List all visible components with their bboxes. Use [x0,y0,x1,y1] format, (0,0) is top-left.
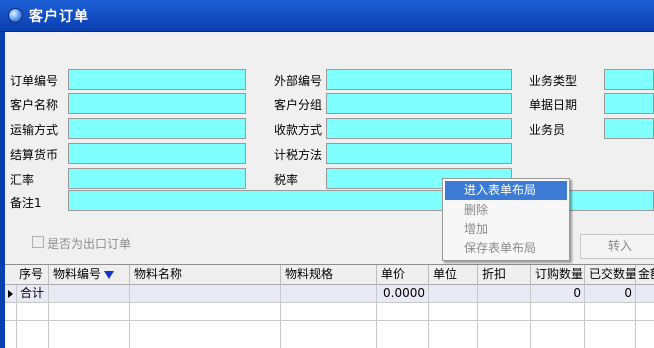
cell-delivered-qty[interactable]: 0 [585,285,636,303]
label-remark: 备注1 [10,196,42,210]
customer-name-field[interactable] [68,93,246,114]
payment-method-field[interactable] [326,118,512,139]
title-bar: 客户订单 [0,0,654,32]
cell-amount[interactable] [636,285,654,303]
shipping-method-field[interactable] [68,118,246,139]
empty-row[interactable] [5,303,654,321]
col-header-item-code-text: 物料编号 [53,267,102,281]
table-row[interactable]: 合计 0.0000 0 0 [5,285,654,303]
label-currency: 结算货币 [10,148,59,162]
col-header-discount[interactable]: 折扣 [478,265,531,285]
col-header-seq[interactable]: 序号 [5,265,49,285]
col-header-item-code[interactable]: 物料编号 [49,265,130,285]
label-customer-name: 客户名称 [10,98,59,112]
transfer-in-button[interactable]: 转入 [580,234,654,259]
col-header-delivered-qty[interactable]: 已交数量 [585,265,636,285]
cell-discount[interactable] [478,285,531,303]
col-header-order-qty[interactable]: 订购数量 [531,265,585,285]
sort-desc-icon [104,271,115,279]
checkbox-box[interactable] [32,236,44,248]
menu-item-add[interactable]: 增加 [445,220,567,239]
cell-item-name[interactable] [130,285,281,303]
col-header-unit[interactable]: 单位 [429,265,478,285]
col-header-item-spec[interactable]: 物料规格 [281,265,377,285]
label-shipping-method: 运输方式 [10,123,59,137]
menu-item-enter-form-layout[interactable]: 进入表单布局 [445,181,567,200]
label-payment-method: 收款方式 [274,123,323,137]
export-order-label: 是否为出口订单 [47,237,132,251]
empty-row[interactable] [5,321,654,348]
label-external-no: 外部编号 [274,74,323,88]
label-tax-method: 计税方法 [274,148,323,162]
grid-header: 序号 物料编号 物料名称 物料规格 单价 单位 折扣 订购数量 已交数量 金额 [5,265,654,285]
tax-method-field[interactable] [326,143,512,164]
context-menu: 进入表单布局 删除 增加 保存表单布局 [442,178,570,261]
menu-item-delete[interactable]: 删除 [445,201,567,220]
order-no-field[interactable] [68,69,246,90]
label-order-no: 订单编号 [10,74,59,88]
col-header-unit-price[interactable]: 单价 [377,265,429,285]
cell-item-spec[interactable] [281,285,377,303]
label-salesperson: 业务员 [529,123,566,137]
menu-item-save-form-layout[interactable]: 保存表单布局 [445,239,567,258]
business-type-field[interactable] [604,69,654,90]
salesperson-field[interactable] [604,118,654,139]
cell-unit[interactable] [429,285,478,303]
cell-order-qty[interactable]: 0 [531,285,585,303]
order-lines-grid: 序号 物料编号 物料名称 物料规格 单价 单位 折扣 订购数量 已交数量 金额 … [5,264,654,348]
exchange-rate-field[interactable] [68,168,246,189]
window-title: 客户订单 [29,9,89,25]
col-header-amount[interactable]: 金额 [636,265,654,285]
label-business-type: 业务类型 [529,74,578,88]
external-no-field[interactable] [326,69,512,90]
label-tax-rate: 税率 [274,173,299,187]
customer-group-field[interactable] [326,93,512,114]
row-pointer-icon [5,285,17,303]
currency-field[interactable] [68,143,246,164]
label-document-date: 单据日期 [529,98,578,112]
label-exchange-rate: 汇率 [10,173,35,187]
cell-unit-price[interactable]: 0.0000 [377,285,429,303]
cell-item-code[interactable] [49,285,130,303]
cell-seq[interactable]: 合计 [17,285,49,303]
document-date-field[interactable] [604,93,654,114]
label-customer-group: 客户分组 [274,98,323,112]
globe-icon [8,8,23,23]
col-header-item-name[interactable]: 物料名称 [130,265,281,285]
